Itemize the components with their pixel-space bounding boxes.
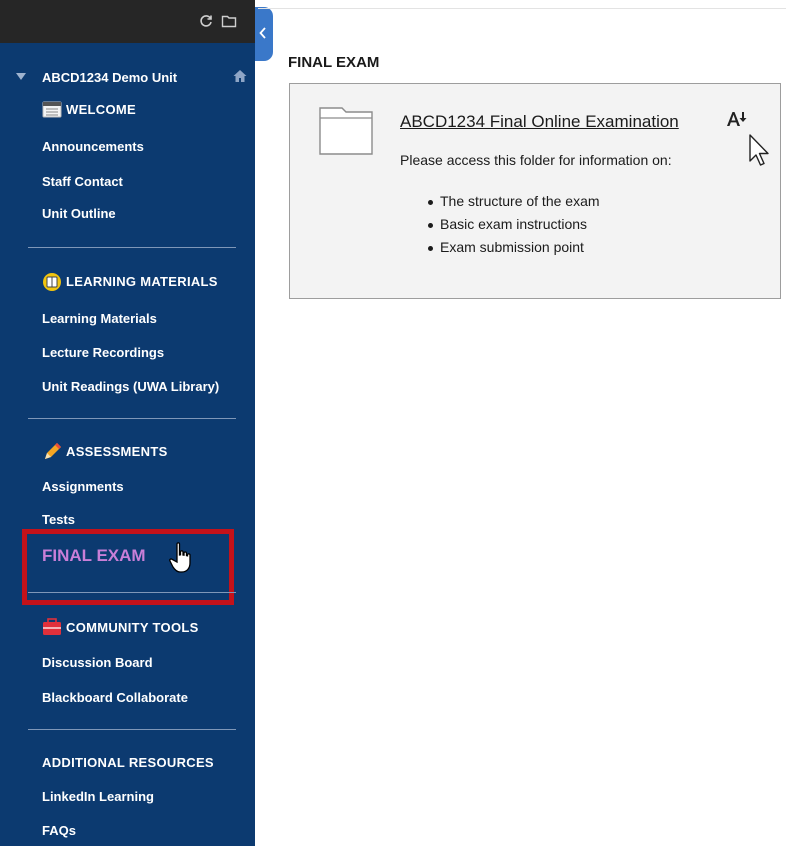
sidebar-item-final-exam[interactable]: FINAL EXAM [42, 546, 146, 566]
section-heading-assessments: ASSESSMENTS [42, 440, 168, 462]
sidebar-item-assignments[interactable]: Assignments [42, 479, 124, 494]
section-heading-welcome: WELCOME [42, 98, 136, 120]
unit-title[interactable]: ABCD1234 Demo Unit [42, 70, 177, 85]
sidebar-item-discussion-board[interactable]: Discussion Board [42, 655, 153, 670]
folder-view-icon[interactable] [221, 13, 237, 29]
sidebar-item-linkedin-learning[interactable]: LinkedIn Learning [42, 789, 154, 804]
content-item-card: ABCD1234 Final Online Examination Please… [289, 83, 781, 299]
caret-down-icon[interactable] [16, 73, 26, 81]
folder-icon [318, 104, 374, 161]
book-icon [42, 272, 62, 291]
chevron-left-icon [259, 27, 266, 39]
sidebar-item-faqs[interactable]: FAQs [42, 823, 76, 838]
divider [28, 418, 236, 419]
course-menu-sidebar: ABCD1234 Demo Unit WELCOME Announcements… [0, 0, 255, 846]
sidebar-item-blackboard-collaborate[interactable]: Blackboard Collaborate [42, 690, 188, 705]
arrow-cursor-icon [748, 133, 770, 172]
section-heading-learning-materials: LEARNING MATERIALS [42, 270, 218, 292]
info-list: The structure of the exam Basic exam ins… [428, 190, 600, 259]
page-title: FINAL EXAM [288, 54, 380, 71]
list-item: The structure of the exam [428, 190, 600, 213]
section-heading-community-tools: COMMUNITY TOOLS [42, 616, 199, 638]
text-options-icon[interactable] [726, 110, 748, 133]
sidebar-item-lecture-recordings[interactable]: Lecture Recordings [42, 345, 164, 360]
sidebar-item-unit-readings[interactable]: Unit Readings (UWA Library) [42, 379, 219, 394]
sidebar-item-tests[interactable]: Tests [42, 512, 75, 527]
exam-folder-link[interactable]: ABCD1234 Final Online Examination [400, 112, 679, 132]
sidebar-toolbar [0, 0, 255, 43]
calendar-icon [42, 100, 62, 118]
sidebar-item-unit-outline[interactable]: Unit Outline [42, 206, 116, 221]
divider [28, 592, 236, 593]
sidebar-item-staff-contact[interactable]: Staff Contact [42, 174, 123, 189]
list-item: Exam submission point [428, 236, 600, 259]
toolbox-icon [42, 618, 62, 636]
divider [28, 729, 236, 730]
highlight-box [22, 529, 234, 605]
pencil-icon [42, 442, 62, 460]
top-divider [258, 8, 786, 9]
refresh-icon[interactable] [198, 13, 214, 29]
hand-cursor-icon [168, 541, 196, 580]
list-item: Basic exam instructions [428, 213, 600, 236]
sidebar-item-learning-materials[interactable]: Learning Materials [42, 311, 157, 326]
sidebar-item-announcements[interactable]: Announcements [42, 139, 144, 154]
section-heading-additional-resources: ADDITIONAL RESOURCES [42, 754, 214, 770]
home-icon[interactable] [232, 68, 248, 84]
divider [28, 247, 236, 248]
collapse-sidebar-button[interactable] [255, 7, 273, 61]
item-description: Please access this folder for informatio… [400, 152, 672, 168]
unit-header[interactable]: ABCD1234 Demo Unit [0, 68, 255, 88]
